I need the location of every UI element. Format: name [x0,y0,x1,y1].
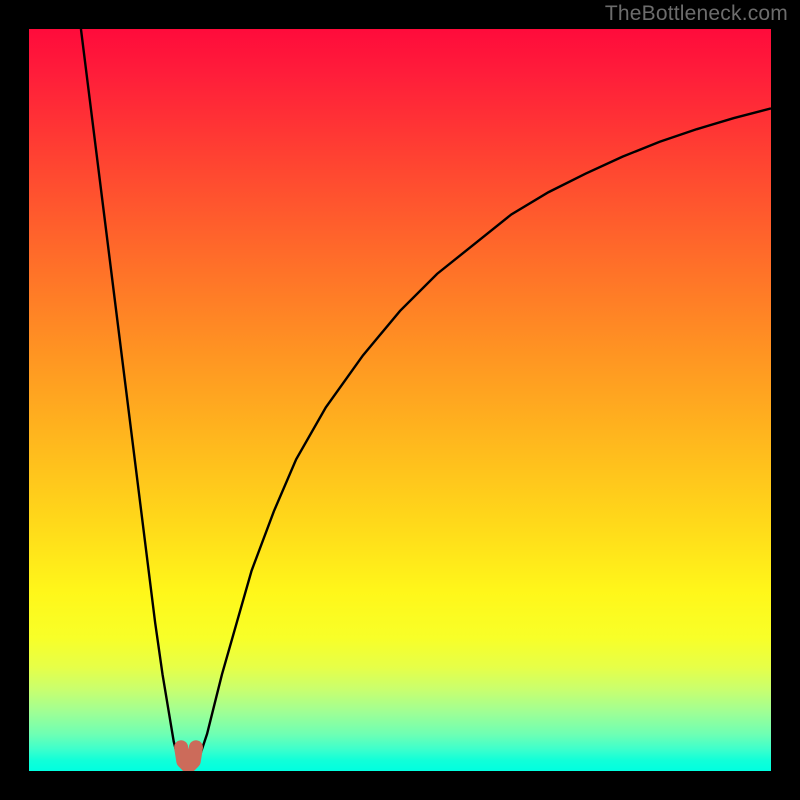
bottleneck-curve [29,29,771,771]
curve-right-branch [196,108,771,763]
bottleneck-marker [181,747,196,766]
plot-area [29,29,771,771]
watermark-text: TheBottleneck.com [605,2,788,26]
curve-left-branch [81,29,181,764]
